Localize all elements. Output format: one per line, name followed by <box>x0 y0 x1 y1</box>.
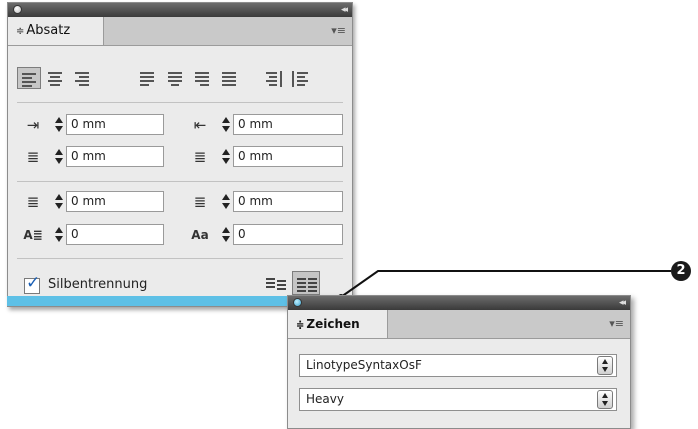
panel-titlebar[interactable]: ◂◂ <box>288 296 630 310</box>
font-style-value: Heavy <box>306 392 344 406</box>
font-style-select[interactable]: Heavy <box>299 388 617 411</box>
tab-toggle-icon: ≑ <box>296 320 305 331</box>
tab-zeichen[interactable]: ≑ Zeichen <box>288 310 388 338</box>
tab-label: Zeichen <box>306 317 360 331</box>
collapse-panel-icon[interactable]: ◂◂ <box>619 296 626 310</box>
close-panel-button[interactable] <box>293 298 302 307</box>
character-panel: ◂◂ ≑ Zeichen ▾≡ LinotypeSyntaxOsF Heavy <box>287 295 631 429</box>
callout-badge: 2 <box>671 261 691 281</box>
font-family-value: LinotypeSyntaxOsF <box>306 358 422 372</box>
font-family-select[interactable]: LinotypeSyntaxOsF <box>299 354 617 377</box>
panel-menu-icon[interactable]: ▾≡ <box>609 317 624 330</box>
select-arrows-icon[interactable] <box>597 390 613 409</box>
panel-tabbar: ≑ Zeichen ▾≡ <box>288 310 630 339</box>
select-arrows-icon[interactable] <box>597 356 613 375</box>
